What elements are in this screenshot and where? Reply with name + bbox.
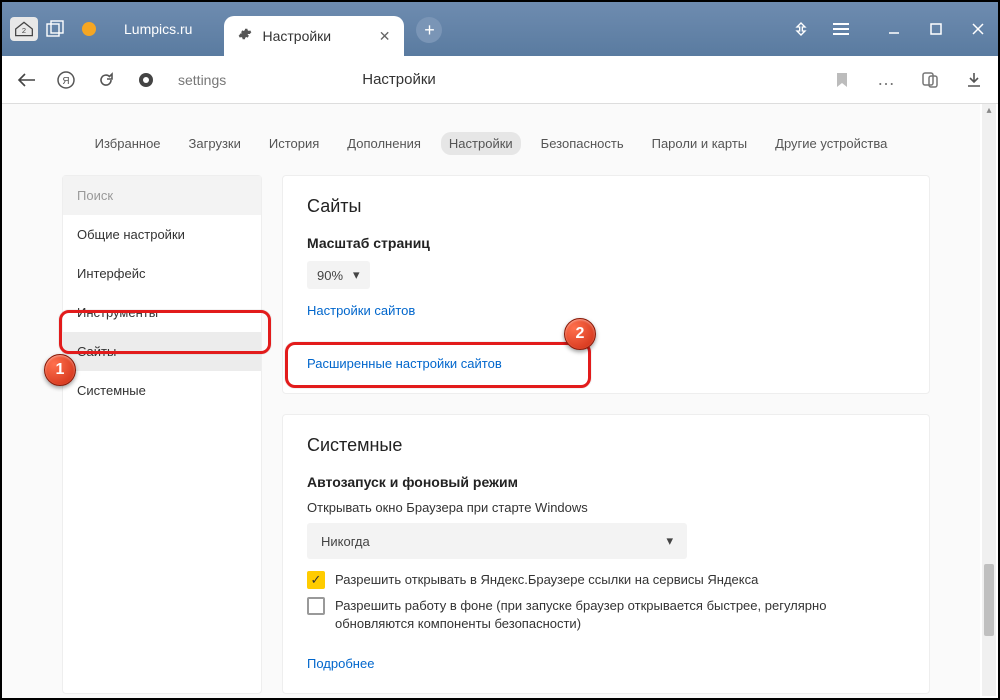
chevron-down-icon: ▾ [666, 533, 673, 549]
system-panel: Системные Автозапуск и фоновый режим Отк… [282, 414, 930, 694]
vertical-scrollbar[interactable]: ▴ [982, 104, 996, 696]
window-close-button[interactable] [966, 17, 990, 41]
scrollbar-thumb[interactable] [984, 564, 994, 636]
system-panel-title: Системные [307, 435, 905, 456]
advanced-sites-link[interactable]: Расширенные настройки сайтов [307, 356, 502, 371]
topnav-devices[interactable]: Другие устройства [767, 132, 895, 155]
sidebar-item-interface[interactable]: Интерфейс [63, 254, 261, 293]
settings-top-nav: Избранное Загрузки История Дополнения На… [2, 104, 980, 175]
topnav-downloads[interactable]: Загрузки [181, 132, 249, 155]
topnav-security[interactable]: Безопасность [533, 132, 632, 155]
sync-icon[interactable] [792, 20, 810, 38]
zoom-value: 90% [317, 268, 343, 283]
address-bar: Я settings Настройки … [2, 56, 998, 104]
site-favicon [82, 22, 96, 36]
autostart-select[interactable]: Никогда ▾ [307, 523, 687, 559]
menu-icon[interactable] [832, 20, 850, 38]
settings-content: Избранное Загрузки История Дополнения На… [2, 104, 980, 698]
sidebar-item-system[interactable]: Системные [63, 371, 261, 410]
downloads-icon[interactable] [962, 68, 986, 92]
home-button[interactable]: 2 [10, 17, 38, 41]
active-tab[interactable]: Настройки ✕ [224, 16, 404, 56]
sidebar-item-general[interactable]: Общие настройки [63, 215, 261, 254]
inactive-tab-title[interactable]: Lumpics.ru [124, 21, 192, 37]
window-titlebar: 2 Lumpics.ru Настройки ✕ + [2, 2, 998, 56]
checkbox-background-label: Разрешить работу в фоне (при запуске бра… [335, 597, 905, 633]
window-maximize-button[interactable] [924, 17, 948, 41]
sites-panel: Сайты Масштаб страниц 90% ▾ Настройки са… [282, 175, 930, 394]
reload-button[interactable] [94, 68, 118, 92]
extensions-icon[interactable] [918, 68, 942, 92]
checkbox-background[interactable] [307, 597, 325, 615]
url-text[interactable]: settings [178, 72, 226, 88]
svg-text:Я: Я [62, 76, 69, 87]
topnav-favorites[interactable]: Избранное [87, 132, 169, 155]
svg-text:2: 2 [22, 26, 26, 35]
zoom-heading: Масштаб страниц [307, 235, 905, 251]
tab-label: Настройки [262, 28, 331, 44]
sidebar-item-sites[interactable]: Сайты [63, 332, 261, 371]
topnav-history[interactable]: История [261, 132, 327, 155]
more-dots-icon[interactable]: … [874, 68, 898, 92]
page-title: Настройки [362, 71, 436, 88]
window-stack-icon[interactable] [46, 20, 66, 38]
settings-sidebar: Поиск Общие настройки Интерфейс Инструме… [62, 175, 262, 694]
topnav-settings[interactable]: Настройки [441, 132, 521, 155]
sidebar-item-tools[interactable]: Инструменты [63, 293, 261, 332]
autostart-value: Никогда [321, 534, 370, 549]
autostart-heading: Автозапуск и фоновый режим [307, 474, 905, 490]
new-tab-button[interactable]: + [416, 17, 442, 43]
chevron-down-icon: ▾ [353, 267, 360, 283]
gear-icon [238, 27, 252, 46]
system-more-link[interactable]: Подробнее [307, 656, 374, 671]
window-minimize-button[interactable] [882, 17, 906, 41]
sites-settings-link[interactable]: Настройки сайтов [307, 303, 415, 318]
sites-panel-title: Сайты [307, 196, 905, 217]
checkbox-yandex-links-label: Разрешить открывать в Яндекс.Браузере сс… [335, 571, 758, 589]
sidebar-search-input[interactable]: Поиск [63, 176, 261, 215]
topnav-addons[interactable]: Дополнения [339, 132, 429, 155]
yandex-logo-icon[interactable]: Я [54, 68, 78, 92]
checkbox-yandex-links[interactable]: ✓ [307, 571, 325, 589]
site-lock-icon[interactable] [134, 68, 158, 92]
scroll-up-arrow[interactable]: ▴ [982, 104, 996, 118]
zoom-select[interactable]: 90% ▾ [307, 261, 370, 289]
bookmark-icon[interactable] [830, 68, 854, 92]
autostart-label: Открывать окно Браузера при старте Windo… [307, 500, 905, 515]
tab-close-button[interactable]: ✕ [379, 28, 391, 45]
topnav-passwords[interactable]: Пароли и карты [644, 132, 756, 155]
back-button[interactable] [14, 68, 38, 92]
